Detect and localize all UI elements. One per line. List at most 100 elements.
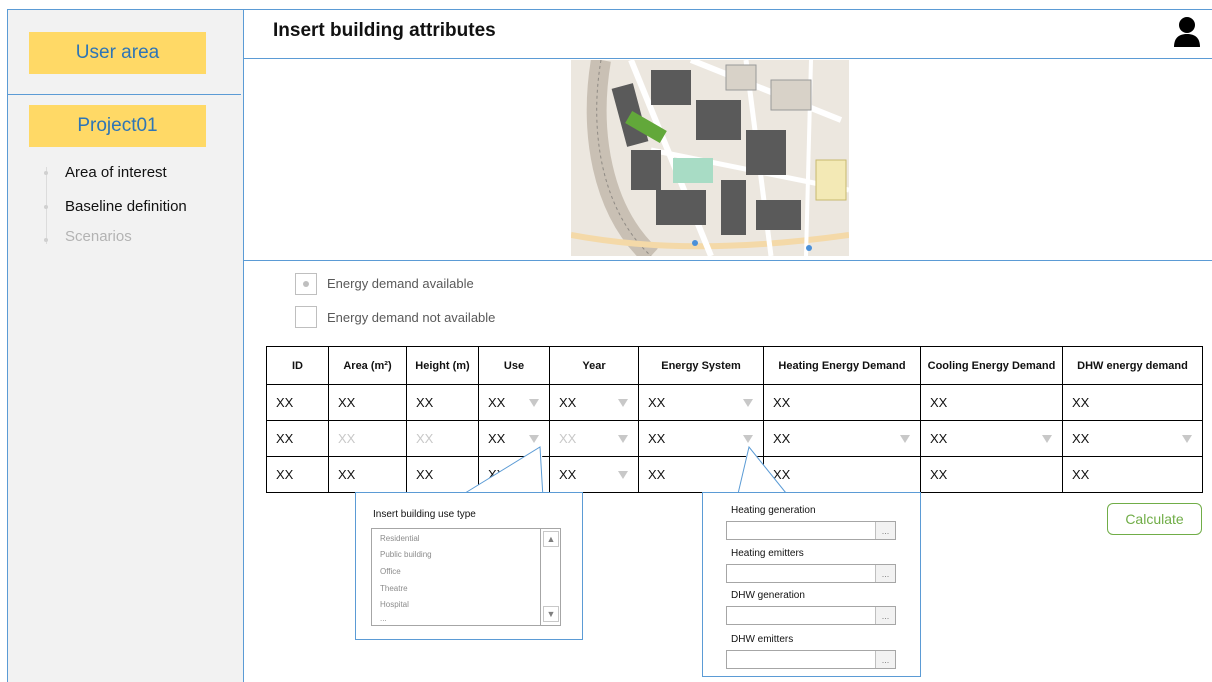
dropdown-arrow-icon[interactable] [1182,435,1192,443]
area-cell[interactable]: XX [328,420,407,457]
list-item[interactable]: Hospital [380,600,409,609]
dhw-demand-cell[interactable]: XX [1062,456,1203,493]
dhw-emitters-field[interactable]: ... [726,650,896,669]
scroll-down-icon[interactable]: ▼ [543,606,559,622]
column-header: Heating Energy Demand [763,346,921,385]
dropdown-arrow-icon[interactable] [618,435,628,443]
dhw-generation-field[interactable]: ... [726,606,896,625]
scroll-up-icon[interactable]: ▲ [543,531,559,547]
use-dropdown[interactable]: XX [478,384,550,421]
dhw-generation-label: DHW generation [731,590,805,601]
heating-generation-label: Heating generation [731,505,816,516]
cell-value: XX [416,467,434,482]
year-dropdown[interactable]: XX [549,420,639,457]
dropdown-arrow-icon[interactable] [743,435,753,443]
cell-value: XX [488,395,506,410]
dropdown-arrow-icon[interactable] [529,435,539,443]
cooling-demand-dropdown[interactable]: XX [920,420,1063,457]
use-popup-title: Insert building use type [373,509,476,520]
column-header: Height (m) [406,346,479,385]
cell-value: XX [276,395,294,410]
radio-dot [303,281,309,287]
list-item[interactable]: Theatre [380,584,408,593]
list-item[interactable]: ... [380,614,387,623]
header-border [244,9,1212,10]
cell-value: XX [1072,395,1090,410]
browse-button[interactable]: ... [875,607,895,624]
cell-value: XX [338,467,356,482]
sidebar-item-scenarios[interactable]: Scenarios [65,228,132,245]
energy-demand-not-available-label: Energy demand not available [327,310,496,325]
browse-button[interactable]: ... [875,522,895,539]
energy-system-popup: Heating generation ... Heating emitters … [702,492,921,677]
cell-value: XX [416,431,434,446]
browse-button[interactable]: ... [875,565,895,582]
heating-emitters-field[interactable]: ... [726,564,896,583]
cell-value: XX [930,467,948,482]
header-divider [244,58,1212,59]
dropdown-arrow-icon[interactable] [618,399,628,407]
cell-value: XX [559,431,577,446]
browse-button[interactable]: ... [875,651,895,668]
dropdown-arrow-icon[interactable] [1042,435,1052,443]
project-button[interactable]: Project01 [29,105,206,147]
column-header: Energy System [638,346,764,385]
energy-system-dropdown[interactable]: XX [638,384,764,421]
energy-demand-available-label: Energy demand available [327,276,474,291]
area-cell[interactable]: XX [328,384,407,421]
heating-generation-field[interactable]: ... [726,521,896,540]
id-cell[interactable]: XX [266,420,329,457]
cell-value: XX [488,431,506,446]
heating-demand-cell[interactable]: XX [763,384,921,421]
cell-value: XX [1072,431,1090,446]
page-title: Insert building attributes [273,20,496,41]
heating-emitters-label: Heating emitters [731,548,804,559]
dhw-emitters-label: DHW emitters [731,634,794,645]
dhw-demand-cell[interactable]: XX [1062,384,1203,421]
cell-value: XX [773,395,791,410]
user-icon[interactable] [1173,16,1201,48]
id-cell[interactable]: XX [266,456,329,493]
cooling-demand-cell[interactable]: XX [920,456,1063,493]
year-dropdown[interactable]: XX [549,456,639,493]
cell-value: XX [559,467,577,482]
dhw-demand-dropdown[interactable]: XX [1062,420,1203,457]
map-thumbnail[interactable] [571,60,849,256]
column-header: DHW energy demand [1062,346,1203,385]
energy-demand-available-radio[interactable] [295,273,317,295]
cell-value: XX [559,395,577,410]
cell-value: XX [648,431,666,446]
id-cell[interactable]: XX [266,384,329,421]
user-area-button[interactable]: User area [29,32,206,74]
cell-value: XX [930,395,948,410]
energy-demand-not-available-radio[interactable] [295,306,317,328]
column-header: Cooling Energy Demand [920,346,1063,385]
sidebar-item-baseline-definition[interactable]: Baseline definition [65,198,187,215]
cell-value: XX [648,395,666,410]
step-dot [44,238,48,242]
use-type-listbox[interactable]: Residential Public building Office Theat… [371,528,561,626]
height-cell[interactable]: XX [406,384,479,421]
calculate-button[interactable]: Calculate [1107,503,1202,535]
year-dropdown[interactable]: XX [549,384,639,421]
list-item[interactable]: Office [380,567,401,576]
cell-value: XX [338,431,356,446]
sidebar-item-area-of-interest[interactable]: Area of interest [65,164,167,181]
dropdown-arrow-icon[interactable] [743,399,753,407]
table-header-row: ID Area (m²) Height (m) Use Year Energy … [266,346,1203,385]
cell-value: XX [648,467,666,482]
area-cell[interactable]: XX [328,456,407,493]
listbox-scrollbar[interactable]: ▲ ▼ [540,529,560,625]
dropdown-arrow-icon[interactable] [529,399,539,407]
sidebar-divider [8,94,241,95]
cooling-demand-cell[interactable]: XX [920,384,1063,421]
step-dot [44,171,48,175]
cell-value: XX [1072,467,1090,482]
list-item[interactable]: Public building [380,550,432,559]
dropdown-arrow-icon[interactable] [618,471,628,479]
cell-value: XX [416,395,434,410]
map-divider [244,260,1212,261]
dropdown-arrow-icon[interactable] [900,435,910,443]
list-item[interactable]: Residential [380,534,420,543]
sidebar: User area Project01 Area of interest Bas… [7,9,244,682]
